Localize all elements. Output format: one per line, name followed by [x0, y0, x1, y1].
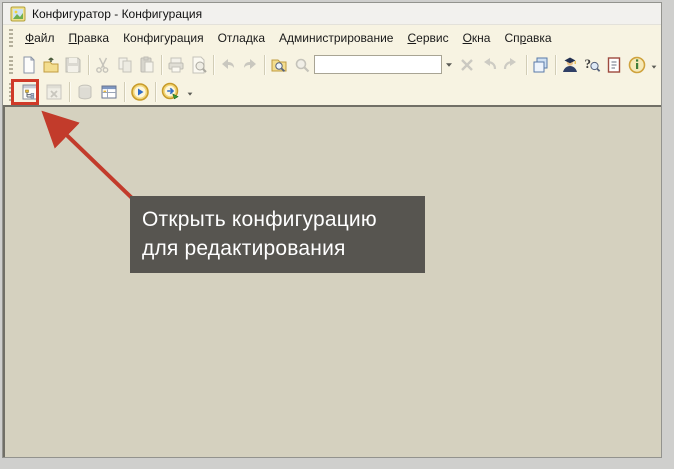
new-document-button[interactable] — [18, 53, 40, 77]
title-bar[interactable]: Конфигуратор - Конфигурация — [3, 3, 661, 25]
start-debugging-button[interactable] — [128, 80, 152, 104]
cut-button[interactable] — [91, 53, 113, 77]
db-configuration-button[interactable] — [97, 80, 121, 104]
open-configuration-button[interactable] — [18, 80, 42, 104]
overflow-arrow-button[interactable] — [183, 80, 197, 104]
toolbar-configuration — [3, 78, 661, 105]
undo-icon — [218, 55, 238, 75]
open-file-button[interactable] — [40, 53, 62, 77]
overflow-arrow-icon — [648, 59, 660, 71]
svg-text:?: ? — [585, 56, 592, 71]
save-icon — [63, 55, 83, 75]
clear-x-icon — [457, 55, 477, 75]
menu-item-debug[interactable]: Отладка — [211, 28, 272, 48]
find-button[interactable] — [291, 53, 313, 77]
db-configuration-icon — [99, 82, 119, 102]
syntax-helper-icon — [560, 55, 580, 75]
nav-back-button[interactable] — [478, 53, 500, 77]
app-logo-icon — [10, 6, 26, 22]
print-preview-button[interactable] — [188, 53, 210, 77]
copy-button[interactable] — [114, 53, 136, 77]
overflow-arrow-icon — [184, 86, 196, 98]
global-search-button[interactable] — [268, 53, 290, 77]
update-db-configuration-button[interactable] — [73, 80, 97, 104]
global-search-icon — [269, 55, 289, 75]
toolbar-standard-drag-handle[interactable] — [9, 56, 13, 74]
print-preview-icon — [189, 55, 209, 75]
undo-button[interactable] — [217, 53, 239, 77]
search-combobox-input[interactable] — [314, 55, 442, 74]
toolbar-separator — [69, 82, 70, 102]
window-title: Конфигуратор - Конфигурация — [32, 7, 202, 21]
syntax-check-button[interactable]: ? — [581, 53, 603, 77]
syntax-helper-button[interactable] — [559, 53, 581, 77]
paste-button[interactable] — [136, 53, 158, 77]
menu-drag-handle[interactable] — [9, 29, 13, 47]
find-icon — [292, 55, 312, 75]
menu-item-administration[interactable]: Администрирование — [272, 28, 400, 48]
workspace — [3, 105, 661, 457]
tooltip-line-1: Открыть конфигурацию — [142, 205, 413, 234]
nav-forward-icon — [501, 55, 521, 75]
menu-item-service[interactable]: Сервис — [400, 28, 455, 48]
redo-icon — [240, 55, 260, 75]
save-button[interactable] — [62, 53, 84, 77]
paste-icon — [137, 55, 157, 75]
dropdown-arrow-button[interactable] — [443, 53, 456, 77]
redo-button[interactable] — [239, 53, 261, 77]
toolbar-separator — [264, 55, 265, 75]
open-configuration-icon — [20, 82, 40, 102]
windows-stack-icon — [531, 55, 551, 75]
open-file-icon — [41, 55, 61, 75]
start-enterprise-button[interactable] — [159, 80, 183, 104]
copy-icon — [115, 55, 135, 75]
toolbar-separator — [124, 82, 125, 102]
overflow-arrow-button[interactable] — [648, 53, 661, 77]
toolbar-standard: ? — [3, 51, 661, 78]
about-info-icon — [627, 55, 647, 75]
toolbar-separator — [155, 82, 156, 102]
toolbar-separator — [161, 55, 162, 75]
start-debugging-icon — [130, 82, 150, 102]
menu-item-windows[interactable]: Окна — [456, 28, 498, 48]
menu-bar: ФайлПравкаКонфигурацияОтладкаАдминистрир… — [3, 25, 661, 51]
toolbar-separator — [526, 55, 527, 75]
windows-stack-button[interactable] — [530, 53, 552, 77]
dropdown-arrow-icon — [443, 59, 455, 71]
print-button[interactable] — [165, 53, 187, 77]
close-configuration-icon — [44, 82, 64, 102]
close-configuration-button[interactable] — [42, 80, 66, 104]
annotation-tooltip: Открыть конфигурацию для редактирования — [130, 196, 425, 273]
menu-items: ФайлПравкаКонфигурацияОтладкаАдминистрир… — [18, 28, 559, 48]
update-db-configuration-icon — [75, 82, 95, 102]
templates-icon — [604, 55, 624, 75]
toolbar-configuration-drag-handle[interactable] — [9, 83, 13, 101]
toolbar-separator — [555, 55, 556, 75]
start-enterprise-icon — [161, 82, 181, 102]
new-document-icon — [19, 55, 39, 75]
cut-icon — [93, 55, 113, 75]
menu-item-file[interactable]: Файл — [18, 28, 62, 48]
screenshot-stage: Конфигуратор - Конфигурация ФайлПравкаКо… — [0, 0, 674, 469]
nav-forward-button[interactable] — [500, 53, 522, 77]
toolbar-separator — [88, 55, 89, 75]
templates-button[interactable] — [603, 53, 625, 77]
tooltip-line-2: для редактирования — [142, 234, 413, 263]
print-icon — [166, 55, 186, 75]
menu-item-configuration[interactable]: Конфигурация — [116, 28, 211, 48]
nav-back-icon — [479, 55, 499, 75]
about-info-button[interactable] — [626, 53, 648, 77]
menu-item-help[interactable]: Справка — [497, 28, 558, 48]
menu-item-edit[interactable]: Правка — [62, 28, 117, 48]
toolbar-separator — [213, 55, 214, 75]
clear-x-button[interactable] — [456, 53, 478, 77]
syntax-check-icon: ? — [582, 55, 602, 75]
